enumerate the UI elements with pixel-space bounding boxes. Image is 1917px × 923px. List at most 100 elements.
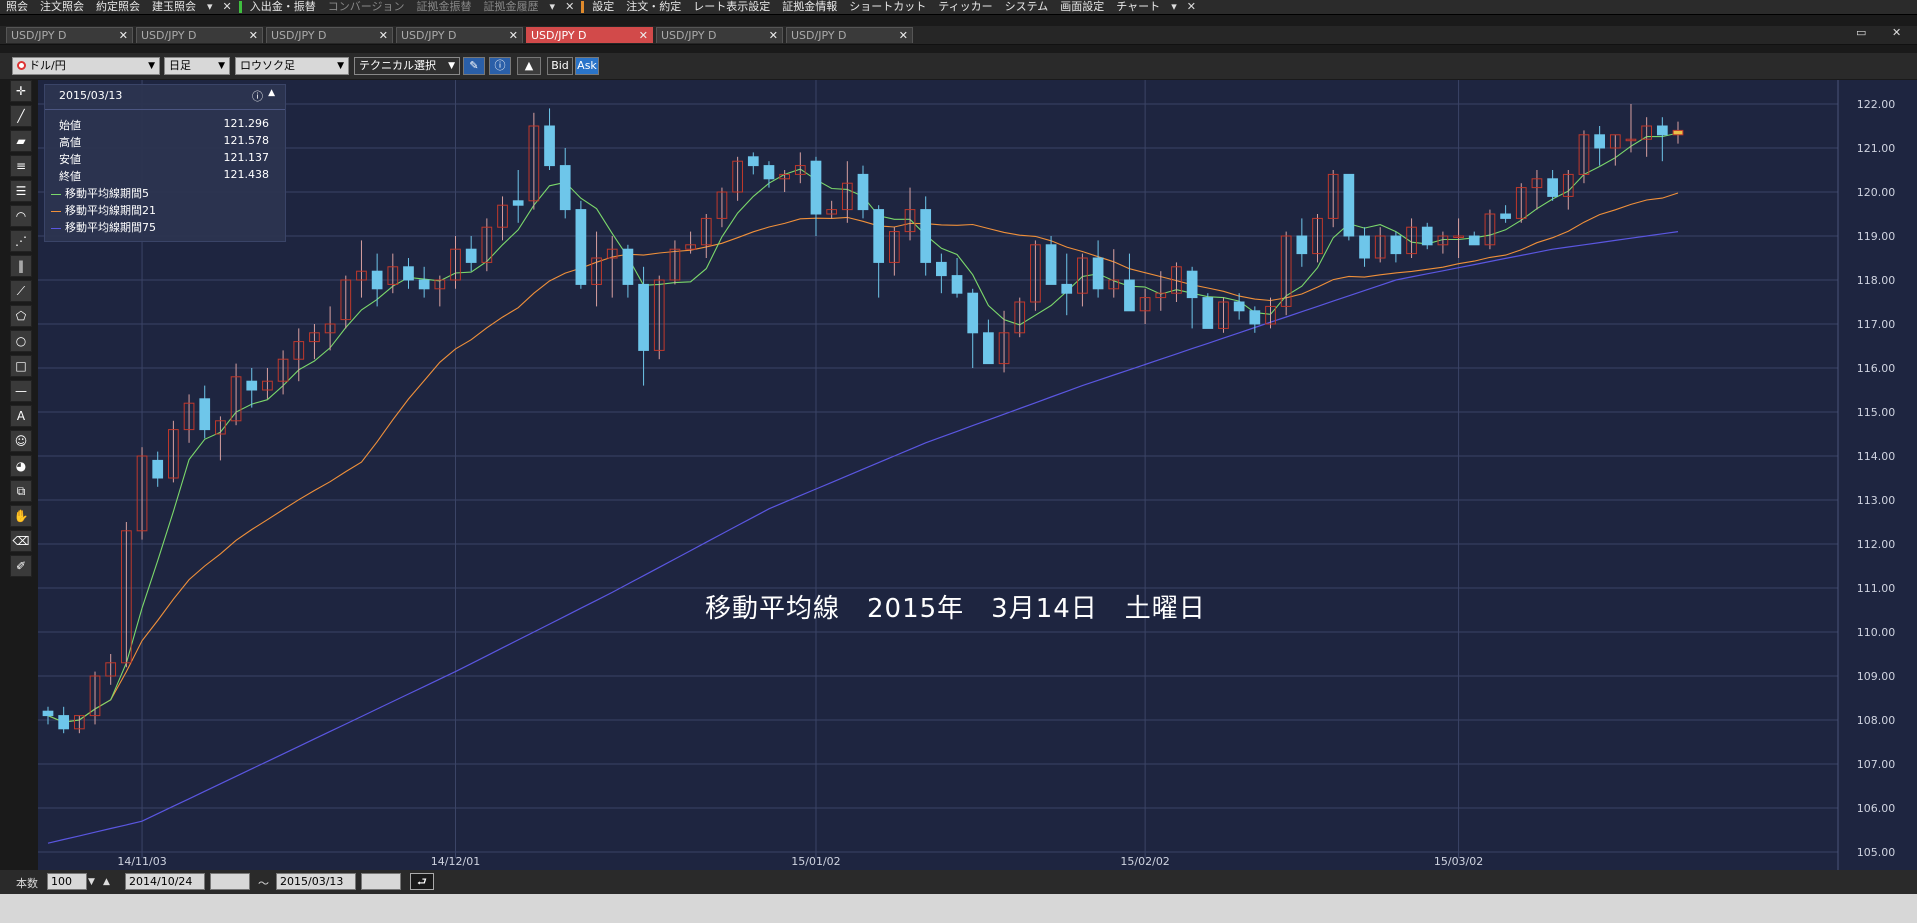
currency-select[interactable]: ドル/円 ▼: [12, 57, 160, 75]
menu-item[interactable]: 画面設定: [1054, 0, 1110, 14]
chart-tab[interactable]: USD/JPY D ✕: [6, 27, 133, 43]
pentagon-icon[interactable]: ⬠: [10, 305, 32, 327]
candle: [1233, 301, 1245, 312]
menu-item[interactable]: 注文照会: [34, 0, 90, 14]
arc-icon[interactable]: ◠: [10, 205, 32, 227]
copy-icon[interactable]: ⧉: [10, 480, 32, 502]
bid-button[interactable]: Bid: [547, 57, 573, 75]
menu-item[interactable]: 証拠金振替: [411, 0, 478, 14]
x-tick-label: 15/03/02: [1434, 855, 1483, 868]
menu-item[interactable]: コンバージョン: [322, 0, 411, 14]
text-icon[interactable]: A: [10, 405, 32, 427]
chart-tab[interactable]: USD/JPY D ✕: [656, 27, 783, 43]
tab-close-icon[interactable]: ✕: [509, 28, 518, 43]
candle: [1390, 235, 1402, 255]
color-picker-icon[interactable]: ◕: [10, 455, 32, 477]
menu-item[interactable]: 証拠金履歴: [478, 0, 545, 14]
period-select[interactable]: 日足 ▼: [164, 57, 230, 75]
count-up-icon[interactable]: ▲: [103, 877, 110, 887]
menu-item[interactable]: 入出金・振替: [244, 0, 322, 14]
collapse-icon[interactable]: ▲: [268, 88, 275, 98]
circle-icon[interactable]: ○: [10, 330, 32, 352]
chart-tab[interactable]: USD/JPY D ✕: [396, 27, 523, 43]
menu-item[interactable]: システム: [999, 0, 1055, 14]
menu-item[interactable]: ショートカット: [843, 0, 932, 14]
mountain-chart-icon[interactable]: ▲: [517, 57, 541, 75]
chart-tab[interactable]: USD/JPY D ✕: [266, 27, 393, 43]
pen-icon[interactable]: ✎: [463, 57, 485, 75]
menu-item[interactable]: チャート: [1110, 0, 1166, 14]
close-value: 121.438: [223, 168, 270, 181]
to-date-input[interactable]: 2015/03/13: [276, 873, 356, 890]
candle: [246, 380, 258, 391]
chart-type-select[interactable]: ロウソク足 ▼: [235, 57, 349, 75]
chart-tab[interactable]: USD/JPY D ✕: [526, 27, 653, 43]
price-chart[interactable]: 122.00 121.00 120.00 119.00 118.00 117.00 116.…: [38, 80, 1917, 870]
trendline-icon[interactable]: ╱: [10, 105, 32, 127]
from-time-input[interactable]: [210, 873, 250, 890]
technical-select[interactable]: テクニカル選択 ▼: [354, 57, 460, 75]
gann-icon[interactable]: ⟋: [10, 280, 32, 302]
tab-close-icon[interactable]: ✕: [249, 28, 258, 43]
menu-item[interactable]: ティッカー: [932, 0, 998, 14]
dropdown-icon[interactable]: ▾: [545, 0, 561, 14]
fibonacci-icon[interactable]: ☰: [10, 180, 32, 202]
range-tilde: 〜: [258, 877, 269, 890]
ruler-icon[interactable]: ▰: [10, 130, 32, 152]
tab-close-icon[interactable]: ✕: [769, 28, 778, 43]
menu-item[interactable]: 設定: [586, 0, 620, 14]
y-tick-label: 108.00: [1857, 714, 1896, 727]
horizontal-lines-icon[interactable]: ≡: [10, 155, 32, 177]
info-icon[interactable]: ⓘ: [489, 57, 511, 75]
menu-item[interactable]: レート表示設定: [687, 0, 776, 14]
hand-icon[interactable]: ✋: [10, 505, 32, 527]
from-date-input[interactable]: 2014/10/24: [125, 873, 205, 890]
crosshair-icon[interactable]: ✛: [10, 80, 32, 102]
x-tick-label: 15/02/02: [1120, 855, 1169, 868]
chevron-down-icon: ▼: [218, 61, 225, 71]
to-time-input[interactable]: [361, 873, 401, 890]
tab-close-icon[interactable]: ✕: [379, 28, 388, 43]
to-date: 2015/03/13: [280, 875, 344, 888]
candle: [152, 459, 164, 479]
menu-item[interactable]: 約定照会: [90, 0, 146, 14]
menu-item[interactable]: 注文・約定: [620, 0, 687, 14]
vertical-lines-icon[interactable]: ‖: [10, 255, 32, 277]
close-window-icon[interactable]: ✕: [1892, 26, 1901, 39]
low-value: 121.137: [223, 151, 270, 164]
info-icon[interactable]: ⓘ: [252, 88, 263, 104]
eraser-icon[interactable]: ⌫: [10, 530, 32, 552]
rectangle-icon[interactable]: □: [10, 355, 32, 377]
candle: [1061, 283, 1073, 294]
ask-button[interactable]: Ask: [575, 57, 599, 75]
close-icon[interactable]: ✕: [218, 0, 237, 14]
close-icon[interactable]: ✕: [560, 0, 579, 14]
chart-tab[interactable]: USD/JPY D ✕: [786, 27, 913, 43]
menu-item[interactable]: 照会: [0, 0, 34, 14]
tab-close-icon[interactable]: ✕: [119, 28, 128, 43]
chart-tab[interactable]: USD/JPY D ✕: [136, 27, 263, 43]
count-down-icon[interactable]: ▼: [88, 877, 95, 887]
y-tick-label: 106.00: [1857, 802, 1896, 815]
smiley-icon[interactable]: ☺: [10, 430, 32, 452]
dropdown-icon[interactable]: ▾: [202, 0, 218, 14]
tab-label: USD/JPY D: [661, 29, 717, 42]
x-tick-label: 14/11/03: [117, 855, 166, 868]
restore-icon[interactable]: ▭: [1856, 26, 1866, 39]
tab-close-icon[interactable]: ✕: [899, 28, 908, 43]
fan-icon[interactable]: ⋰: [10, 230, 32, 252]
candle: [1124, 279, 1135, 312]
eraser-all-icon[interactable]: ✐: [10, 555, 32, 577]
menu-item[interactable]: 建玉照会: [146, 0, 202, 14]
dropdown-icon[interactable]: ▾: [1166, 0, 1182, 14]
apply-range-icon[interactable]: ⮐: [410, 873, 434, 890]
close-icon[interactable]: ✕: [1182, 0, 1201, 14]
chart-area[interactable]: 122.00 121.00 120.00 119.00 118.00 117.00 116.…: [38, 80, 1917, 870]
tab-close-icon[interactable]: ✕: [639, 28, 648, 43]
close-label: 終値: [59, 170, 81, 183]
candle: [1672, 129, 1684, 136]
horizontal-line-icon[interactable]: —: [10, 380, 32, 402]
candle: [403, 266, 414, 281]
count-input[interactable]: 100: [47, 873, 87, 890]
menu-item[interactable]: 証拠金情報: [776, 0, 843, 14]
